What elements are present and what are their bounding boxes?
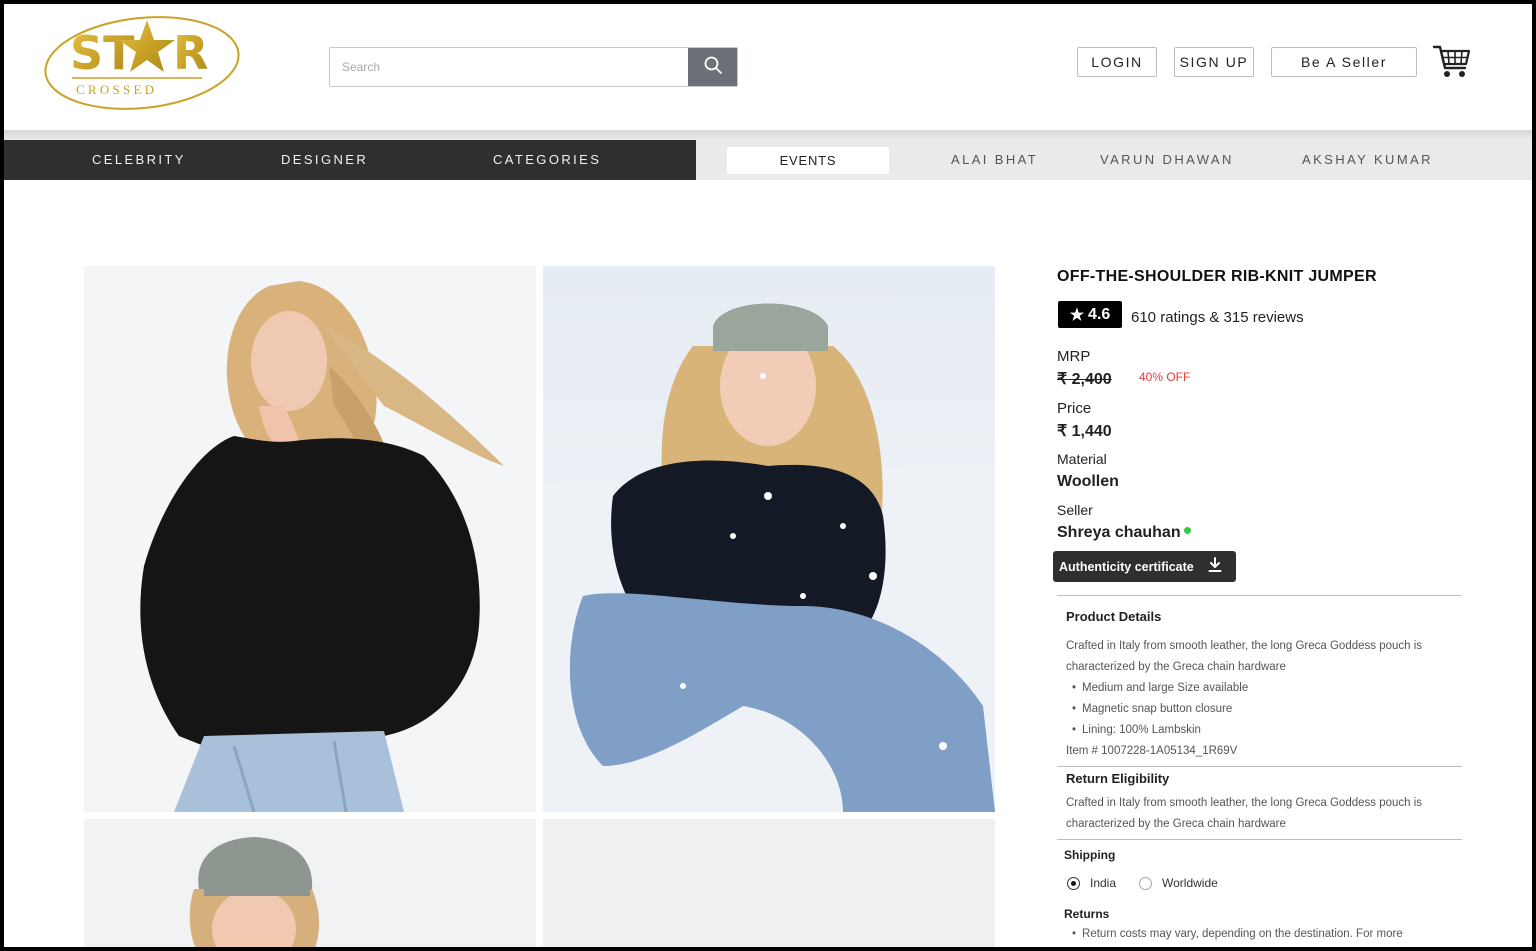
star-icon: ★ xyxy=(1069,306,1085,324)
nav-designer[interactable]: DESIGNER xyxy=(281,140,368,180)
ratings-reviews-count[interactable]: 610 ratings & 315 reviews xyxy=(1131,309,1304,326)
shipping-option-worldwide[interactable]: Worldwide xyxy=(1139,876,1218,890)
feature-item: Magnetic snap button closure xyxy=(1066,699,1461,720)
download-icon xyxy=(1208,557,1222,576)
authenticity-certificate-button[interactable]: Authenticity certificate xyxy=(1053,551,1236,582)
rating-badge: ★ 4.6 xyxy=(1058,301,1122,328)
svg-text:C R O S S E D: C R O S S E D xyxy=(76,82,154,97)
material-value: Woollen xyxy=(1057,473,1119,490)
product-details-heading: Product Details xyxy=(1066,609,1162,624)
mrp-label: MRP xyxy=(1057,348,1091,365)
shipping-option-india[interactable]: India xyxy=(1067,876,1116,890)
returns-heading: Returns xyxy=(1064,907,1110,921)
certificate-label: Authenticity certificate xyxy=(1059,559,1194,574)
search-input[interactable] xyxy=(330,48,688,86)
nav-akshay-kumar[interactable]: AKSHAY KUMAR xyxy=(1302,140,1433,180)
search-button[interactable] xyxy=(688,48,737,86)
site-header: ST R C R O S S E D LOGIN SIGN UP Be A Se… xyxy=(4,4,1532,132)
product-image-2[interactable] xyxy=(543,266,995,812)
nav-celebrity[interactable]: CELEBRITY xyxy=(92,140,186,180)
seller-label: Seller xyxy=(1057,502,1093,518)
seller-name[interactable]: Shreya chauhan xyxy=(1057,524,1181,541)
material-label: Material xyxy=(1057,451,1107,467)
price-label: Price xyxy=(1057,400,1092,417)
radio-worldwide[interactable] xyxy=(1139,876,1152,890)
product-image-1[interactable] xyxy=(84,266,536,812)
feature-item: Medium and large Size available xyxy=(1066,678,1461,699)
page: ST R C R O S S E D LOGIN SIGN UP Be A Se… xyxy=(4,4,1532,947)
section-divider xyxy=(1057,595,1462,596)
feature-item: Lining: 100% Lambskin xyxy=(1066,720,1461,741)
section-divider xyxy=(1057,839,1462,840)
discount-badge: 40% OFF xyxy=(1139,370,1191,384)
svg-text:R: R xyxy=(173,26,208,80)
product-image-4[interactable] xyxy=(543,819,995,947)
radio-india[interactable] xyxy=(1067,876,1080,890)
nav-categories[interactable]: CATEGORIES xyxy=(493,140,601,180)
cart-button[interactable] xyxy=(1432,44,1472,80)
nav-events[interactable]: EVENTS xyxy=(727,147,889,174)
star-crossed-logo[interactable]: ST R C R O S S E D xyxy=(40,16,240,112)
cart-icon xyxy=(1432,45,1472,84)
nav-varun-dhawan[interactable]: VARUN DHAWAN xyxy=(1100,140,1234,180)
product-features-list: Medium and large Size available Magnetic… xyxy=(1066,678,1461,741)
returns-note: Return costs may vary, depending on the … xyxy=(1066,924,1461,945)
return-eligibility-text: Crafted in Italy from smooth leather, th… xyxy=(1066,797,1423,830)
item-number: Item # 1007228-1A05134_1R69V xyxy=(1066,745,1238,757)
product-details-text: Crafted in Italy from smooth leather, th… xyxy=(1066,636,1461,762)
header-divider xyxy=(4,130,1532,140)
search-bar xyxy=(329,47,738,87)
shipping-heading: Shipping xyxy=(1064,848,1116,862)
primary-nav: CELEBRITY DESIGNER CATEGORIES xyxy=(4,140,696,180)
returns-text: Return costs may vary, depending on the … xyxy=(1066,924,1461,945)
svg-text:ST: ST xyxy=(70,26,135,80)
radio-label-india: India xyxy=(1090,876,1117,890)
nav-alai-bhat[interactable]: ALAI BHAT xyxy=(951,140,1038,180)
rating-value: 4.6 xyxy=(1088,305,1111,323)
seller-value[interactable]: Shreya chauhan xyxy=(1057,524,1191,542)
login-button[interactable]: LOGIN xyxy=(1077,47,1157,77)
product-title: OFF-THE-SHOULDER RIB-KNIT JUMPER xyxy=(1057,268,1377,285)
section-divider xyxy=(1057,766,1462,767)
product-description: Crafted in Italy from smooth leather, th… xyxy=(1066,640,1423,673)
signup-button[interactable]: SIGN UP xyxy=(1174,47,1254,77)
price-value: ₹ 1,440 xyxy=(1057,423,1112,440)
search-icon xyxy=(703,55,723,80)
return-eligibility-heading: Return Eligibility xyxy=(1066,771,1170,786)
be-a-seller-button[interactable]: Be A Seller xyxy=(1271,47,1417,77)
product-image-3[interactable] xyxy=(84,819,536,947)
online-status-dot xyxy=(1183,527,1191,534)
radio-label-worldwide: Worldwide xyxy=(1162,876,1218,890)
mrp-value: ₹ 2,400 xyxy=(1057,371,1112,388)
secondary-nav: EVENTS ALAI BHAT VARUN DHAWAN AKSHAY KUM… xyxy=(696,140,1532,180)
